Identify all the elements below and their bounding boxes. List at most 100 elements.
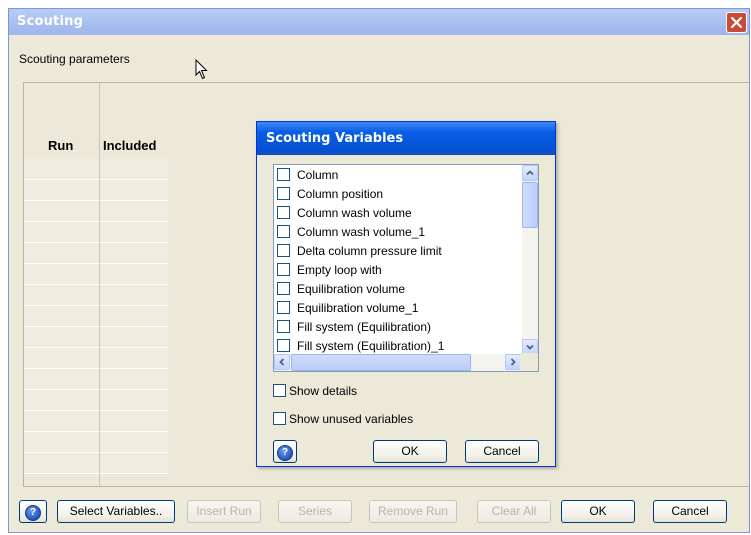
scroll-corner — [520, 353, 538, 371]
grid-cell[interactable] — [24, 327, 99, 348]
scroll-up-button[interactable] — [522, 165, 538, 181]
variable-checkbox[interactable] — [277, 282, 290, 296]
clear-all-button[interactable]: Clear All — [477, 500, 551, 523]
help-button[interactable]: ? — [19, 500, 47, 523]
variable-item[interactable]: Column wash volume — [277, 204, 412, 223]
window-title: Scouting — [17, 14, 84, 29]
chevron-left-icon — [279, 358, 285, 366]
show-details-option[interactable]: Show details — [273, 384, 357, 398]
grid-cell[interactable] — [100, 159, 168, 180]
dialog-title: Scouting Variables — [266, 131, 404, 146]
help-icon: ? — [25, 505, 41, 521]
column-header-included: Included — [103, 138, 157, 153]
show-unused-label: Show unused variables — [289, 412, 414, 426]
dialog-ok-button[interactable]: OK — [373, 440, 447, 463]
cancel-button[interactable]: Cancel — [653, 500, 727, 523]
variable-item[interactable]: Fill system (Equilibration) — [277, 318, 431, 337]
grid-cell[interactable] — [24, 180, 99, 201]
scouting-variables-dialog: Scouting Variables Column Column positio… — [256, 121, 556, 467]
vertical-scrollbar[interactable] — [522, 165, 538, 355]
grid-cell[interactable] — [100, 432, 168, 453]
grid-cell[interactable] — [100, 180, 168, 201]
close-button[interactable] — [726, 12, 747, 33]
dialog-help-button[interactable]: ? — [273, 440, 297, 463]
variable-checkbox[interactable] — [277, 301, 290, 315]
show-unused-option[interactable]: Show unused variables — [273, 412, 413, 426]
series-button[interactable]: Series — [278, 500, 352, 523]
horizontal-scrollbar[interactable] — [274, 354, 522, 371]
grid-cell[interactable] — [24, 264, 99, 285]
variable-label: Empty loop with — [297, 263, 382, 277]
grid-cell[interactable] — [24, 222, 99, 243]
grid-cell[interactable] — [24, 159, 99, 180]
variable-label: Delta column pressure limit — [297, 244, 442, 258]
horizontal-scroll-thumb[interactable] — [291, 354, 471, 371]
variable-label: Fill system (Equilibration)_1 — [297, 339, 445, 353]
show-unused-checkbox[interactable] — [273, 412, 286, 426]
grid-cell[interactable] — [100, 369, 168, 390]
grid-cell[interactable] — [24, 369, 99, 390]
variable-checkbox[interactable] — [277, 339, 290, 353]
show-details-label: Show details — [289, 384, 358, 398]
variable-checkbox[interactable] — [277, 263, 290, 277]
grid-cell[interactable] — [100, 201, 168, 222]
grid-cell[interactable] — [24, 285, 99, 306]
grid-cell[interactable] — [100, 453, 168, 474]
grid-cell[interactable] — [100, 327, 168, 348]
grid-cell[interactable] — [100, 348, 168, 369]
grid-cell[interactable] — [24, 411, 99, 432]
variable-label: Column wash volume — [297, 206, 412, 220]
variable-label: Column — [297, 168, 339, 182]
grid-cell[interactable] — [24, 243, 99, 264]
grid-cell[interactable] — [100, 285, 168, 306]
variable-checkbox[interactable] — [277, 168, 290, 182]
ok-button[interactable]: OK — [561, 500, 635, 523]
dialog-title-bar[interactable]: Scouting Variables — [257, 122, 555, 155]
grid-cell[interactable] — [24, 348, 99, 369]
show-details-checkbox[interactable] — [273, 384, 286, 398]
run-column — [24, 159, 99, 474]
close-icon — [731, 17, 742, 28]
grid-cell[interactable] — [24, 390, 99, 411]
chevron-right-icon — [510, 358, 516, 366]
variable-checkbox[interactable] — [277, 225, 290, 239]
variable-checkbox[interactable] — [277, 187, 290, 201]
remove-run-button[interactable]: Remove Run — [369, 500, 457, 523]
select-variables-button[interactable]: Select Variables.. — [57, 500, 175, 523]
variable-item[interactable]: Column position — [277, 185, 383, 204]
variable-checkbox[interactable] — [277, 206, 290, 220]
insert-run-button[interactable]: Insert Run — [187, 500, 261, 523]
help-icon: ? — [277, 445, 293, 461]
chevron-up-icon — [526, 170, 534, 176]
variable-item[interactable]: Equilibration volume — [277, 280, 405, 299]
scouting-parameters-label: Scouting parameters — [19, 52, 130, 66]
variable-item[interactable]: Column wash volume_1 — [277, 223, 425, 242]
included-column — [100, 159, 168, 474]
variable-item[interactable]: Column — [277, 166, 338, 185]
grid-cell[interactable] — [24, 432, 99, 453]
scroll-left-button[interactable] — [274, 354, 290, 370]
grid-cell[interactable] — [24, 306, 99, 327]
variable-checkbox[interactable] — [277, 244, 290, 258]
bottom-toolbar: ? Select Variables.. Insert Run Series R… — [9, 487, 751, 527]
scroll-right-button[interactable] — [505, 354, 521, 370]
grid-cell[interactable] — [100, 411, 168, 432]
variable-label: Equilibration volume_1 — [297, 301, 419, 315]
grid-cell[interactable] — [100, 243, 168, 264]
variable-label: Fill system (Equilibration) — [297, 320, 432, 334]
grid-cell[interactable] — [100, 264, 168, 285]
grid-cell[interactable] — [100, 222, 168, 243]
grid-cell[interactable] — [24, 453, 99, 474]
dialog-cancel-button[interactable]: Cancel — [465, 440, 539, 463]
scroll-thumb[interactable] — [522, 182, 538, 228]
title-bar[interactable]: Scouting — [9, 9, 749, 35]
variable-item[interactable]: Equilibration volume_1 — [277, 299, 418, 318]
variables-listbox[interactable]: Column Column position Column wash volum… — [273, 164, 539, 372]
grid-cell[interactable] — [24, 201, 99, 222]
variable-item[interactable]: Empty loop with — [277, 261, 382, 280]
variable-checkbox[interactable] — [277, 320, 290, 334]
grid-cell[interactable] — [100, 390, 168, 411]
grid-cell[interactable] — [100, 306, 168, 327]
variable-label: Equilibration volume — [297, 282, 406, 296]
variable-item[interactable]: Delta column pressure limit — [277, 242, 442, 261]
